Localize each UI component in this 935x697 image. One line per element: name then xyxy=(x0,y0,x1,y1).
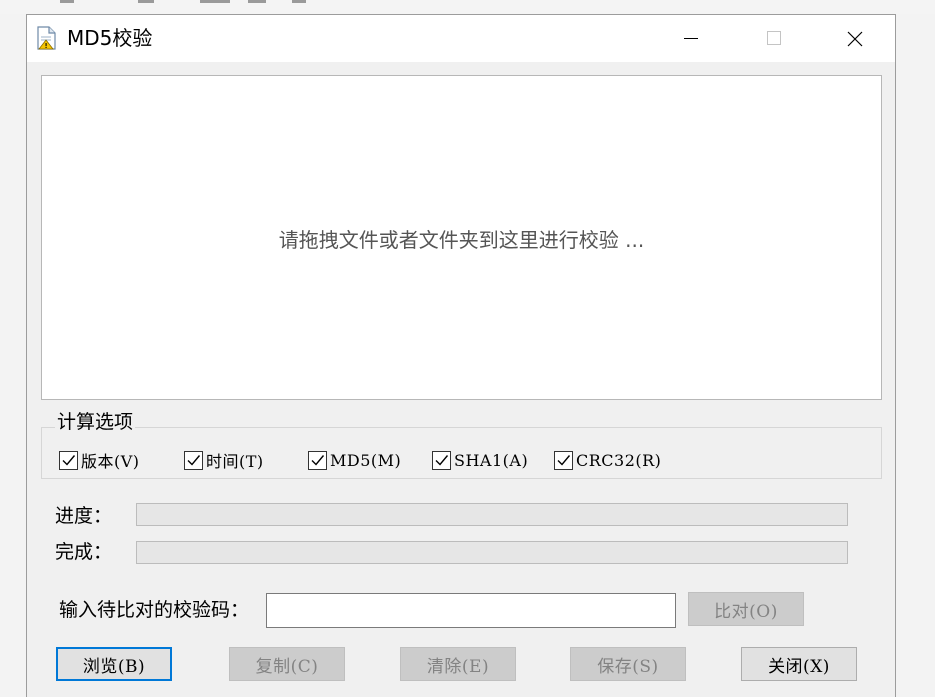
drop-hint-text: 请拖拽文件或者文件夹到这里进行校验 ... xyxy=(278,228,645,252)
compare-code-input[interactable] xyxy=(266,593,676,628)
md5-checkbox[interactable] xyxy=(308,450,327,470)
time-checkbox[interactable] xyxy=(184,450,203,470)
compare-code-label: 输入待比对的校验码： xyxy=(59,599,250,621)
title-bar[interactable]: MD5校验 xyxy=(27,15,895,62)
file-drop-area[interactable]: 请拖拽文件或者文件夹到这里进行校验 ... xyxy=(41,75,882,400)
calc-options-title: 计算选项 xyxy=(55,410,136,434)
complete-bar xyxy=(136,541,848,564)
time-label: 时间(T) xyxy=(206,452,264,471)
maximize-button[interactable] xyxy=(742,15,806,62)
option-crc32[interactable]: CRC32(R) xyxy=(554,448,661,472)
option-md5[interactable]: MD5(M) xyxy=(308,448,401,472)
option-version[interactable]: 版本(V) xyxy=(59,448,140,472)
sha1-label: SHA1(A) xyxy=(454,450,529,470)
minimize-button[interactable] xyxy=(657,15,721,62)
checkmark-icon xyxy=(557,454,571,466)
option-sha1[interactable]: SHA1(A) xyxy=(432,448,528,472)
window-title: MD5校验 xyxy=(67,26,153,50)
version-checkbox[interactable] xyxy=(59,450,78,470)
checkmark-icon xyxy=(62,454,76,466)
progress-label: 进度： xyxy=(55,505,113,527)
sha1-checkbox[interactable] xyxy=(432,450,451,470)
save-button[interactable]: 保存(S) xyxy=(570,647,686,681)
checkmark-icon xyxy=(435,454,449,466)
close-window-button[interactable] xyxy=(822,15,886,62)
background-top-strip xyxy=(0,0,935,14)
progress-bar xyxy=(136,503,848,526)
option-time[interactable]: 时间(T) xyxy=(184,448,264,472)
close-button[interactable]: 关闭(X) xyxy=(741,647,857,681)
version-label: 版本(V) xyxy=(81,452,140,471)
maximize-icon xyxy=(767,31,781,45)
clear-button[interactable]: 清除(E) xyxy=(400,647,516,681)
checkmark-icon xyxy=(187,454,201,466)
crc32-checkbox[interactable] xyxy=(554,450,573,470)
close-icon xyxy=(847,31,863,47)
browse-button[interactable]: 浏览(B) xyxy=(56,647,172,681)
md5-check-window: MD5校验 请拖拽文件或者文件夹到这里进行校验 ... 计算选项 版本(V) 时… xyxy=(26,14,896,697)
complete-label: 完成： xyxy=(55,541,113,563)
compare-button[interactable]: 比对(O) xyxy=(688,592,804,626)
checkmark-icon xyxy=(311,454,325,466)
md5-label: MD5(M) xyxy=(330,450,402,470)
crc32-label: CRC32(R) xyxy=(576,450,662,470)
document-warning-icon xyxy=(37,26,56,50)
copy-button[interactable]: 复制(C) xyxy=(229,647,345,681)
minimize-icon xyxy=(684,38,698,39)
